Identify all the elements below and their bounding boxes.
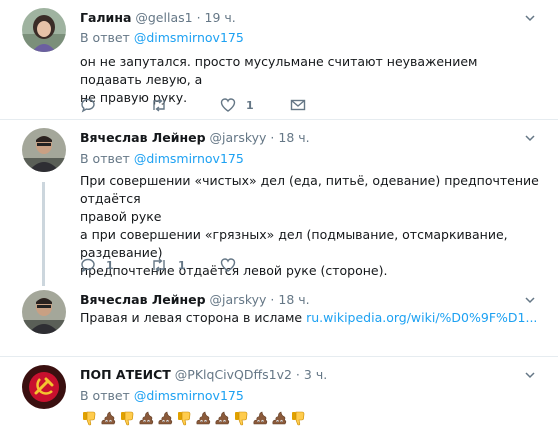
thumbs-down-icon <box>292 411 305 426</box>
chevron-down-icon[interactable] <box>524 12 536 24</box>
retweet-button[interactable]: 1 <box>150 257 220 273</box>
thumbs-down-icon <box>178 411 191 426</box>
poop-icon <box>196 411 211 425</box>
reply-prefix: В ответ <box>80 30 130 45</box>
reply-count: 1 <box>106 258 114 272</box>
avatar[interactable] <box>22 365 66 409</box>
text-line: При совершении «чистых» дел (еда, питьё,… <box>80 173 539 206</box>
timestamp[interactable]: 3 ч. <box>304 367 327 382</box>
poop-icon <box>139 411 154 425</box>
wikipedia-link[interactable]: ru.wikipedia.org/wiki/%D0%9F%D1... <box>306 310 537 325</box>
like-button[interactable] <box>220 257 290 273</box>
reply-mention-link[interactable]: @dimsmirnov175 <box>134 151 244 166</box>
action-bar: 1 1 <box>80 256 290 274</box>
emoji-row <box>80 409 307 427</box>
like-button[interactable]: 1 <box>220 97 290 113</box>
chevron-down-icon[interactable] <box>524 132 536 144</box>
text-prefix: Правая и левая сторона в исламе <box>80 310 303 325</box>
tweet-2[interactable]: Вячеслав Лейнер @jarskyy · 18 ч. В ответ… <box>0 120 558 280</box>
retweet-button[interactable] <box>150 97 220 113</box>
reply-prefix: В ответ <box>80 388 130 403</box>
heart-icon <box>220 98 236 112</box>
reply-icon <box>81 258 95 273</box>
timestamp[interactable]: 18 ч. <box>278 130 309 145</box>
poop-icon <box>215 411 230 425</box>
timestamp[interactable]: 18 ч. <box>278 292 309 307</box>
author-name[interactable]: Галина <box>80 10 131 25</box>
tweet-1[interactable]: Галина @gellas1 · 19 ч. В ответ @dimsmir… <box>0 0 558 118</box>
author-handle[interactable]: @jarskyy <box>210 130 267 145</box>
reply-button[interactable] <box>80 97 150 113</box>
avatar[interactable] <box>22 128 66 172</box>
tweet-text: Правая и левая сторона в исламе ru.wikip… <box>80 309 540 327</box>
avatar[interactable] <box>22 8 66 52</box>
reply-prefix: В ответ <box>80 151 130 166</box>
author-handle[interactable]: @gellas1 <box>135 10 192 25</box>
reply-context: В ответ @dimsmirnov175 <box>80 151 244 167</box>
text-line: он не запутался. просто мусульмане счита… <box>80 54 478 87</box>
author-handle[interactable]: @jarskyy <box>210 292 267 307</box>
tweet-4[interactable]: ПОП АТЕИСТ @PKlqCivQDffs1v2 · 3 ч. В отв… <box>0 357 558 435</box>
poop-icon <box>158 411 173 425</box>
tweet-3[interactable]: Вячеслав Лейнер @jarskyy · 18 ч. Правая … <box>0 282 558 344</box>
separator-dot: · <box>196 10 201 25</box>
reply-context: В ответ @dimsmirnov175 <box>80 30 244 46</box>
poop-icon <box>101 411 116 425</box>
timestamp[interactable]: 19 ч. <box>205 10 236 25</box>
envelope-icon <box>290 99 306 111</box>
action-bar: 1 <box>80 96 360 114</box>
reply-mention-link[interactable]: @dimsmirnov175 <box>134 30 244 45</box>
poop-icon <box>253 411 268 425</box>
text-line: правой руке <box>80 209 162 224</box>
retweet-icon <box>153 98 165 112</box>
thumbs-down-icon <box>121 411 134 426</box>
like-count: 1 <box>246 98 254 112</box>
author-name[interactable]: ПОП АТЕИСТ <box>80 367 171 382</box>
reply-mention-link[interactable]: @dimsmirnov175 <box>134 388 244 403</box>
reply-icon <box>81 98 95 113</box>
thumbs-down-icon <box>235 411 248 426</box>
author-handle[interactable]: @PKlqCivQDffs1v2 <box>175 367 292 382</box>
reply-context: В ответ @dimsmirnov175 <box>80 388 244 404</box>
author-name[interactable]: Вячеслав Лейнер <box>80 130 206 145</box>
separator-dot: · <box>270 292 275 307</box>
author-name[interactable]: Вячеслав Лейнер <box>80 292 206 307</box>
heart-icon <box>220 258 236 272</box>
separator-dot: · <box>295 367 300 382</box>
separator-dot: · <box>270 130 275 145</box>
retweet-count: 1 <box>178 258 186 272</box>
poop-icon <box>272 411 287 425</box>
retweet-icon <box>153 258 165 272</box>
dm-button[interactable] <box>290 97 360 113</box>
thumbs-down-icon <box>83 411 96 426</box>
chevron-down-icon[interactable] <box>524 294 536 306</box>
chevron-down-icon[interactable] <box>524 369 536 381</box>
reply-button[interactable]: 1 <box>80 257 150 273</box>
avatar[interactable] <box>22 290 66 334</box>
